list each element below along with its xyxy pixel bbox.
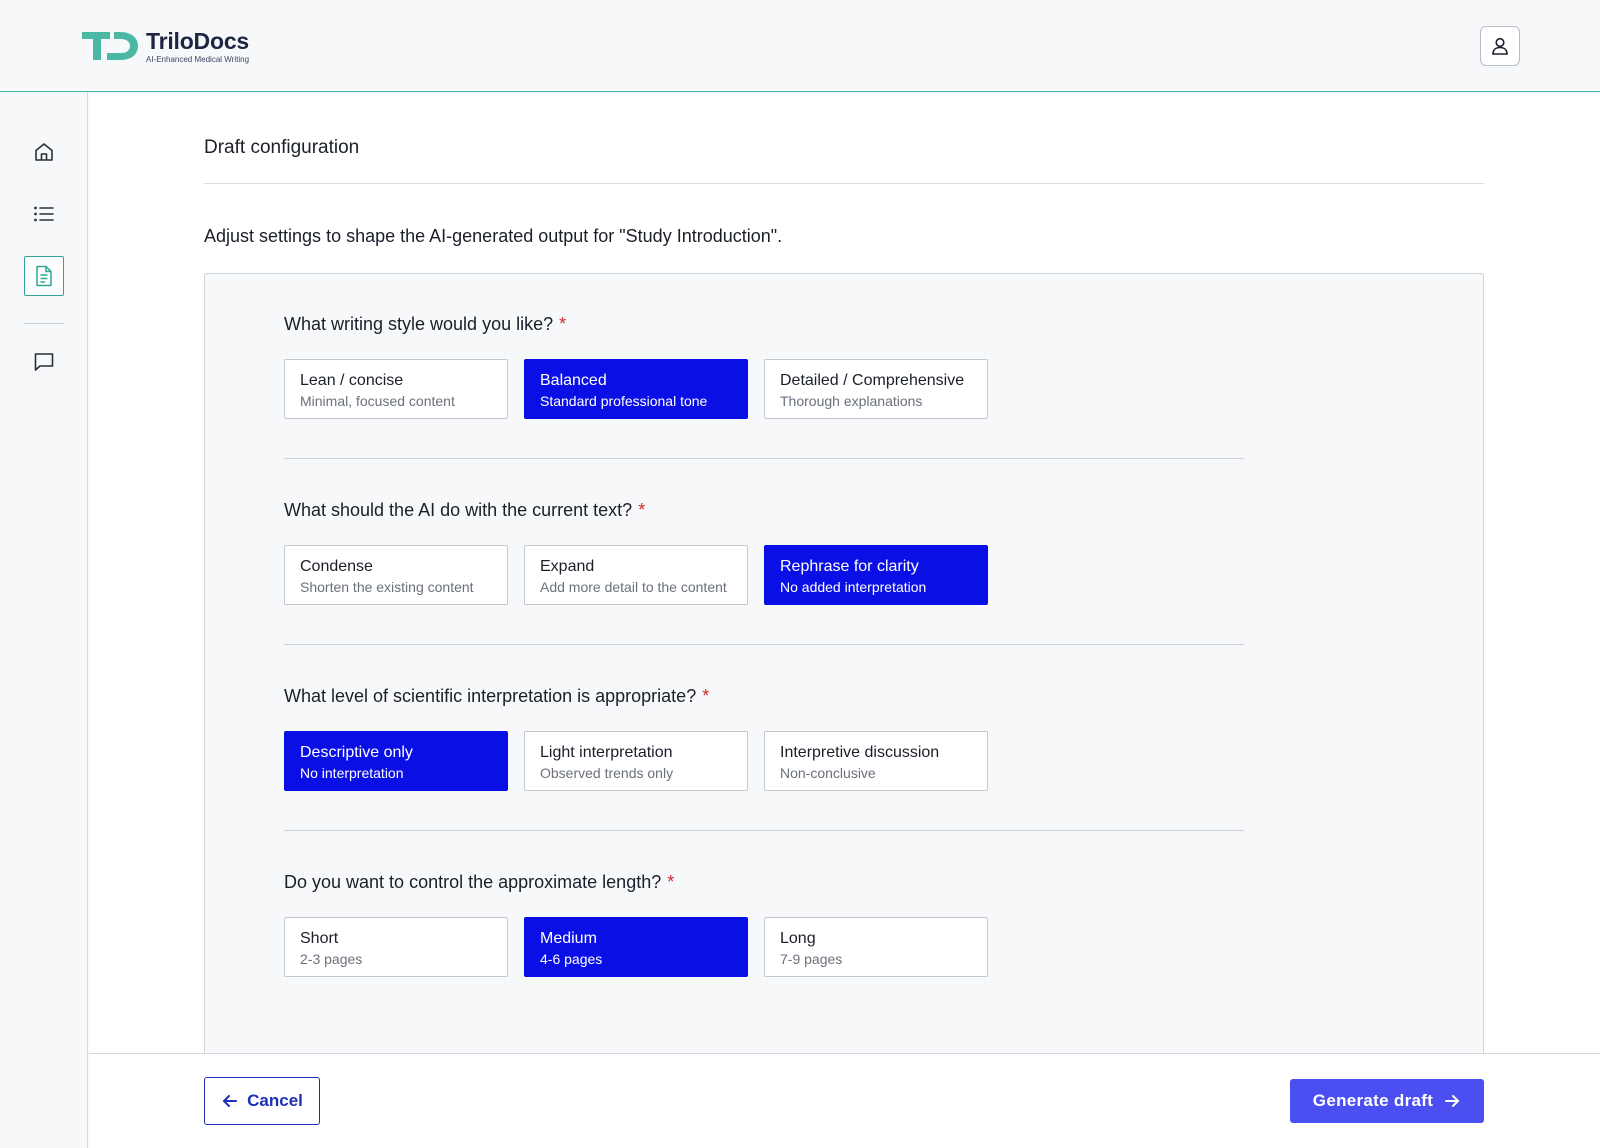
option-expand[interactable]: Expand Add more detail to the content — [524, 545, 748, 605]
brand-tagline: AI-Enhanced Medical Writing — [146, 55, 250, 64]
sidebar-item-document[interactable] — [24, 256, 64, 296]
question-divider — [284, 644, 1244, 645]
option-description: 7-9 pages — [780, 951, 843, 967]
option-description: Add more detail to the content — [540, 579, 727, 595]
trilodocs-logo-icon — [82, 32, 138, 60]
option-title: Medium — [540, 930, 597, 947]
list-icon — [34, 206, 54, 222]
option-title: Condense — [300, 558, 373, 575]
question-text-action: What should the AI do with the current t… — [284, 499, 1244, 605]
question-label: What level of scientific interpretation … — [284, 686, 710, 706]
question-interpretation-level: What level of scientific interpretation … — [284, 685, 1244, 791]
option-description: 2-3 pages — [300, 951, 363, 967]
question-divider — [284, 830, 1244, 831]
option-title: Light interpretation — [540, 744, 673, 761]
option-title: Balanced — [540, 372, 607, 389]
option-balanced[interactable]: Balanced Standard professional tone — [524, 359, 748, 419]
option-group: Lean / concise Minimal, focused content … — [284, 359, 988, 419]
question-length: Do you want to control the approximate l… — [284, 871, 1244, 977]
option-description: 4-6 pages — [540, 951, 603, 967]
required-marker: * — [559, 314, 567, 334]
option-description: No interpretation — [300, 765, 404, 781]
question-label: What writing style would you like? * — [284, 314, 567, 334]
chat-icon — [34, 353, 54, 371]
arrow-left-icon — [223, 1095, 238, 1107]
page-intro: Adjust settings to shape the AI-generate… — [204, 226, 783, 246]
option-group: Descriptive only No interpretation Light… — [284, 731, 988, 791]
required-marker: * — [638, 500, 646, 520]
option-detailed-comprehensive[interactable]: Detailed / Comprehensive Thorough explan… — [764, 359, 988, 419]
page-title: Draft configuration — [204, 137, 360, 158]
generate-label: Generate draft — [1312, 1091, 1434, 1110]
cancel-button[interactable]: Cancel — [204, 1077, 320, 1125]
action-footer: Cancel Generate draft — [89, 1053, 1600, 1148]
option-interpretive-discussion[interactable]: Interpretive discussion Non-conclusive — [764, 731, 988, 791]
app-header: TriloDocs AI-Enhanced Medical Writing — [0, 0, 1600, 92]
option-light-interpretation[interactable]: Light interpretation Observed trends onl… — [524, 731, 748, 791]
option-rephrase-for-clarity[interactable]: Rephrase for clarity No added interpreta… — [764, 545, 988, 605]
option-title: Descriptive only — [300, 744, 413, 761]
option-long[interactable]: Long 7-9 pages — [764, 917, 988, 977]
option-lean-concise[interactable]: Lean / concise Minimal, focused content — [284, 359, 508, 419]
question-label: What should the AI do with the current t… — [284, 500, 646, 520]
option-description: Observed trends only — [540, 765, 674, 781]
option-description: Shorten the existing content — [300, 579, 474, 595]
option-medium[interactable]: Medium 4-6 pages — [524, 917, 748, 977]
generate-draft-button[interactable]: Generate draft — [1290, 1079, 1484, 1123]
required-marker: * — [667, 872, 675, 892]
option-title: Short — [300, 930, 339, 947]
option-description: Minimal, focused content — [300, 393, 455, 409]
sidebar-item-chat[interactable] — [24, 342, 64, 382]
option-title: Interpretive discussion — [780, 744, 940, 761]
option-description: Standard professional tone — [540, 393, 708, 409]
configuration-panel: What writing style would you like? * Lean… — [204, 273, 1484, 1073]
sidebar-item-list[interactable] — [24, 194, 64, 234]
option-descriptive-only[interactable]: Descriptive only No interpretation — [284, 731, 508, 791]
question-label: Do you want to control the approximate l… — [284, 872, 675, 892]
cancel-label: Cancel — [247, 1091, 303, 1110]
brand-name: TriloDocs — [146, 28, 250, 54]
arrow-right-icon — [1445, 1095, 1460, 1107]
sidebar-nav — [0, 92, 88, 1148]
home-icon — [35, 143, 53, 161]
option-description: No added interpretation — [780, 579, 927, 595]
option-description: Non-conclusive — [780, 765, 876, 781]
option-short[interactable]: Short 2-3 pages — [284, 917, 508, 977]
option-title: Rephrase for clarity — [780, 558, 919, 575]
document-icon — [36, 265, 52, 287]
question-writing-style: What writing style would you like? * Lean… — [284, 313, 1244, 419]
main-content: Draft configuration Adjust settings to s… — [89, 93, 1600, 1073]
option-title: Expand — [540, 558, 595, 575]
option-group: Condense Shorten the existing content Ex… — [284, 545, 988, 605]
question-divider — [284, 458, 1244, 459]
option-title: Detailed / Comprehensive — [780, 372, 965, 389]
option-description: Thorough explanations — [780, 393, 923, 409]
required-marker: * — [702, 686, 710, 706]
option-condense[interactable]: Condense Shorten the existing content — [284, 545, 508, 605]
option-group: Short 2-3 pages Medium 4-6 pages Long 7-… — [284, 917, 988, 977]
title-divider — [204, 183, 1484, 184]
user-icon — [1492, 37, 1508, 55]
option-title: Lean / concise — [300, 372, 404, 389]
brand-logo[interactable]: TriloDocs AI-Enhanced Medical Writing — [80, 28, 249, 64]
option-title: Long — [780, 930, 816, 947]
user-menu-button[interactable] — [1480, 26, 1520, 66]
sidebar-item-home[interactable] — [24, 132, 64, 172]
sidebar-divider — [24, 323, 64, 324]
